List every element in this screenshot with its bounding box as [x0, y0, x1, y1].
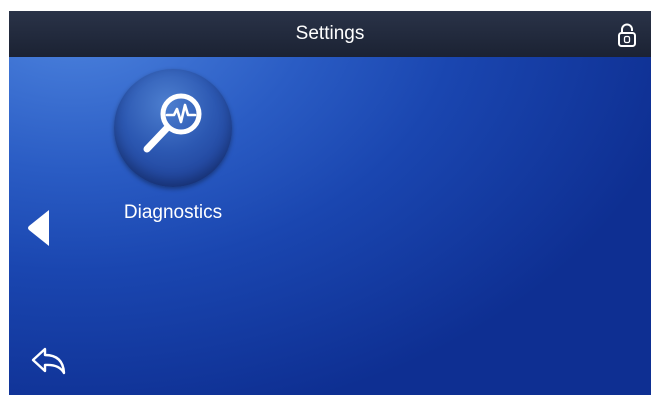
back-return-icon[interactable]: [30, 346, 70, 382]
left-arrow-icon[interactable]: [26, 207, 52, 249]
padlock-icon[interactable]: [614, 22, 640, 48]
title-bar: Settings: [9, 11, 651, 57]
diagnostics-button[interactable]: Diagnostics: [107, 69, 239, 229]
page-title: Settings: [295, 23, 365, 44]
settings-screen: Settings Diagnostics: [9, 11, 651, 395]
diagnostics-label: Diagnostics: [123, 202, 223, 223]
diagnostics-icon: [114, 69, 232, 187]
